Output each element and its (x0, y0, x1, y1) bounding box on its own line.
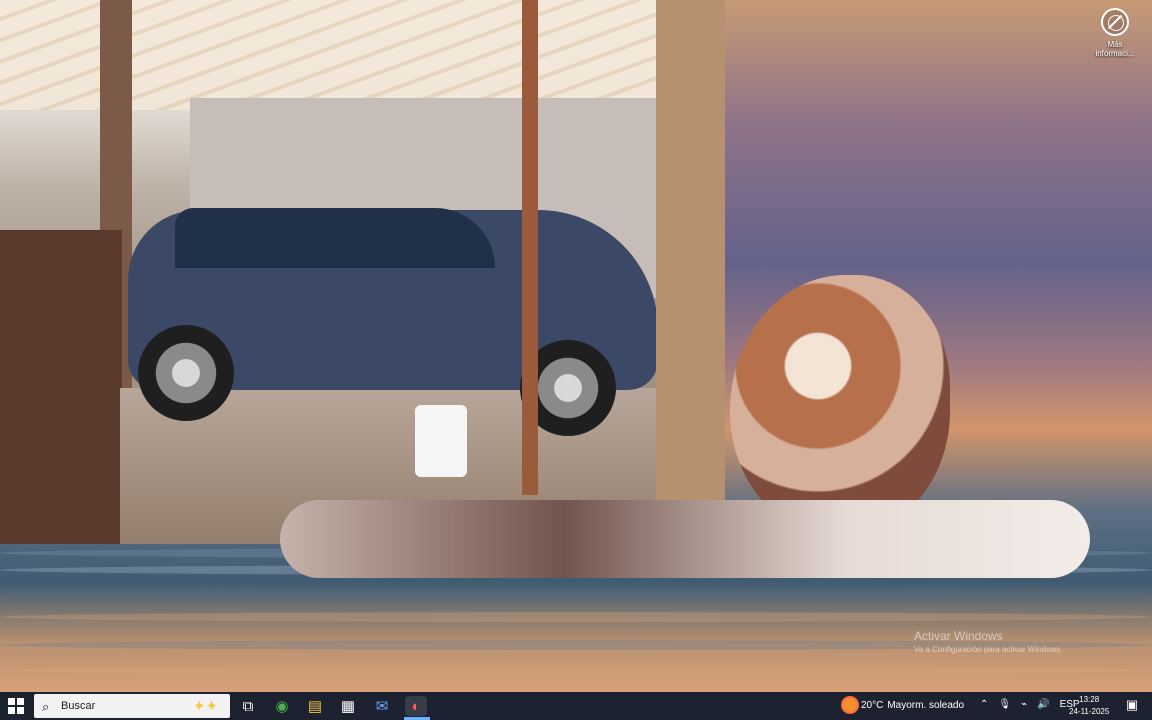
task-view-icon[interactable]: ⧉ (237, 696, 259, 716)
front-wheel (138, 325, 234, 421)
weather-condition: Mayorm. soleado (887, 699, 965, 711)
microphone-icon[interactable]: 🎙 (998, 699, 1011, 710)
mail-icon[interactable]: ✉ (371, 696, 393, 716)
activate-windows-subtitle: Ve a Configuración para activar Windows. (914, 645, 1063, 654)
network-icon[interactable]: ⌁ (1021, 699, 1027, 710)
taskbar: ⌕ Buscar ✦✦ ⧉ ◉ ▤ ▦ ✉ ◐ 20°C Mayorm. sol… (0, 692, 1152, 720)
bird-body (280, 500, 1090, 578)
wooden-pillar (656, 0, 725, 544)
file-explorer-icon[interactable]: ▤ (304, 696, 326, 716)
camera-icon (1101, 8, 1129, 36)
wallpaper-info[interactable]: Más informaci... (1093, 8, 1137, 58)
clock[interactable]: 13:28 24-11-2025 (1069, 694, 1109, 718)
wooden-panel-left (0, 230, 122, 544)
sun-icon (843, 698, 857, 712)
search-placeholder: Buscar (61, 700, 96, 712)
chevron-up-icon[interactable]: ⌃ (980, 699, 988, 710)
notification-icon[interactable]: ▣ (1124, 697, 1140, 713)
car-wash-photo-window (0, 0, 725, 544)
clock-date: 24-11-2025 (1069, 707, 1110, 716)
store-icon[interactable]: ▦ (337, 696, 359, 716)
search-icon: ⌕ (42, 699, 50, 714)
weather-widget[interactable]: 20°C Mayorm. soleado (843, 698, 964, 712)
activate-windows-title: Activar Windows (914, 629, 1003, 643)
chrome-icon[interactable]: ◉ (271, 696, 293, 716)
system-tray: ⌃ 🎙 ⌁ 🔊 ESP (980, 699, 1080, 710)
desktop-wallpaper: Más informaci... Activar Windows Ve a Co… (0, 0, 1152, 692)
start-button[interactable] (8, 698, 24, 714)
suv-window (175, 208, 495, 268)
weather-temperature: 20°C (861, 699, 884, 711)
bird-wing (730, 275, 950, 535)
copilot-sparkle-icon: ✦✦ (192, 698, 218, 715)
active-app-icon[interactable]: ◐ (405, 696, 427, 716)
activate-windows-watermark: Activar Windows Ve a Configuración para … (914, 629, 1063, 654)
volume-icon[interactable]: 🔊 (1037, 699, 1049, 710)
white-bucket (415, 405, 467, 477)
clock-time: 13:28 (1079, 695, 1100, 704)
more-info-label: Más informaci... (1095, 40, 1135, 58)
wooden-pole (522, 0, 538, 495)
search-box[interactable]: ⌕ Buscar ✦✦ (34, 694, 230, 718)
